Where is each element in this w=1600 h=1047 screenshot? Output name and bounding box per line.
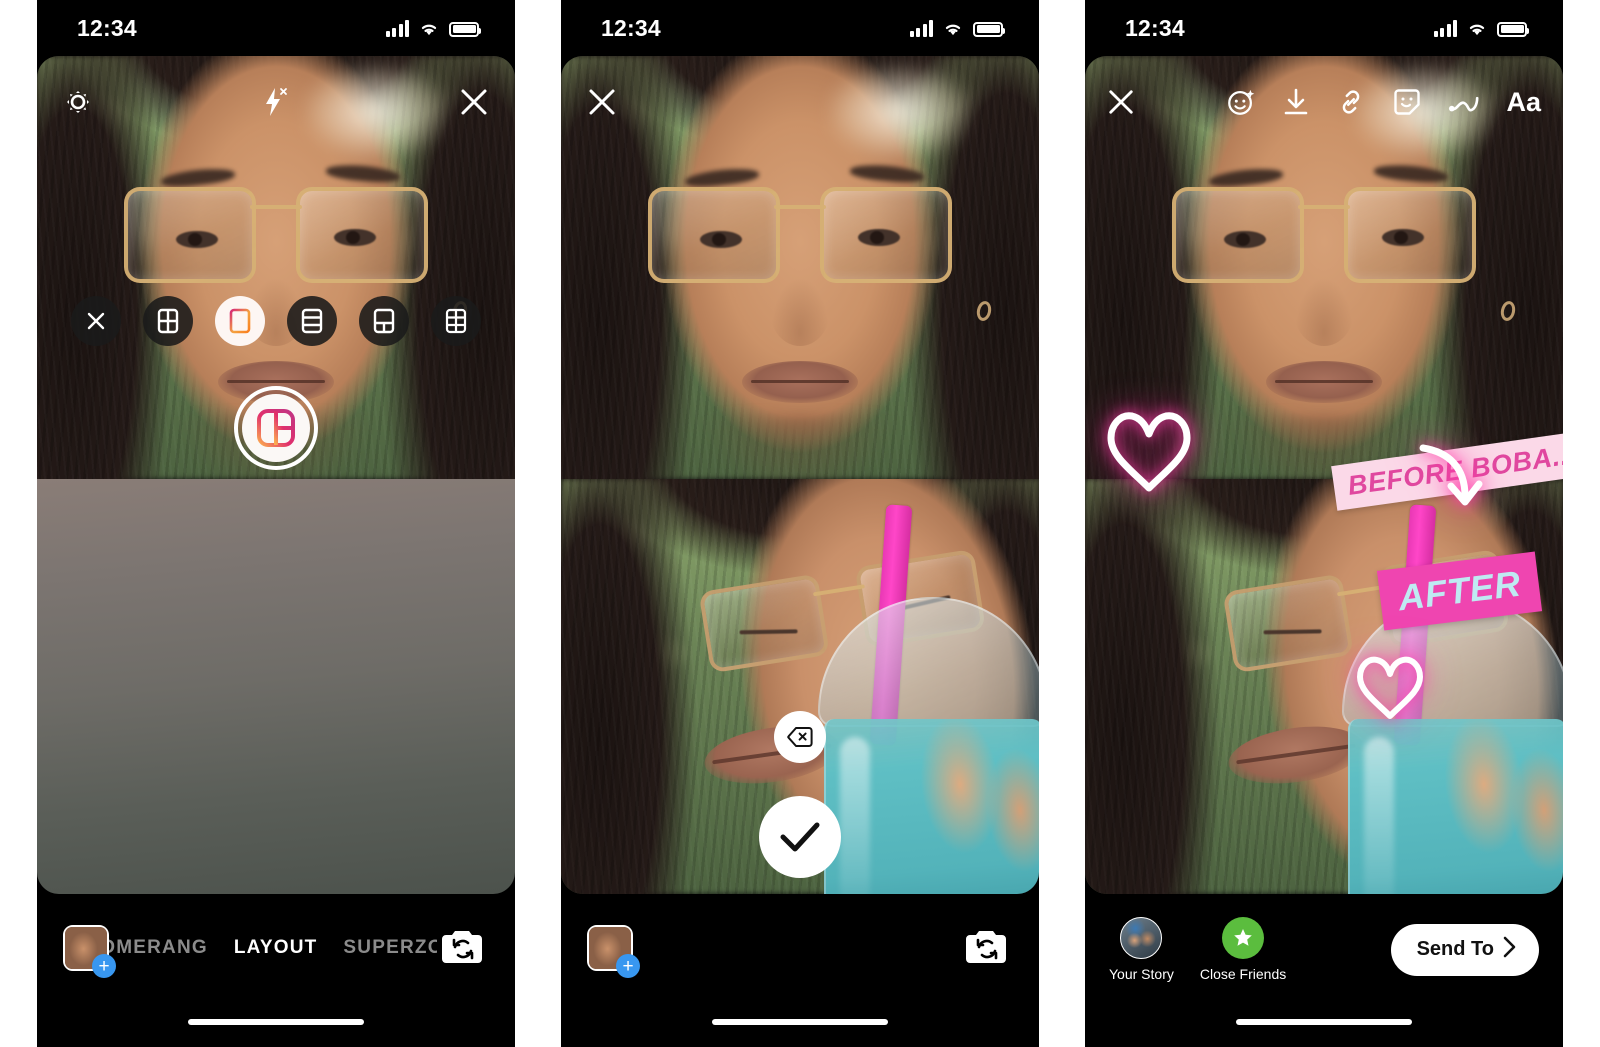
battery-icon [973, 21, 1005, 37]
status-bar: 12:34 [561, 0, 1039, 56]
gear-icon[interactable] [63, 87, 93, 117]
phone-2-layout-review: 12:34 + [561, 0, 1039, 1047]
capture-modes-list: BOOMERANG LAYOUT SUPERZOOM [109, 937, 437, 959]
neon-curved-arrow-sticker[interactable] [1407, 438, 1485, 529]
close-icon[interactable] [587, 87, 617, 117]
add-badge[interactable]: + [92, 954, 116, 978]
mode-layout[interactable]: LAYOUT [234, 937, 318, 959]
confirm-layout-button[interactable] [759, 796, 841, 878]
text-icon[interactable]: Aa [1506, 87, 1541, 118]
avatar [1120, 917, 1163, 959]
home-indicator [712, 1019, 888, 1025]
preview-top-bar [561, 56, 1039, 148]
empty-layout-slot[interactable] [37, 479, 515, 894]
neon-heart-small-sticker[interactable] [1353, 652, 1427, 727]
send-to-button[interactable]: Send To [1390, 923, 1539, 976]
story-editor-viewport: BEFORE BOBA... AFTER Aa [1085, 56, 1563, 894]
send-to-label: Send To [1416, 938, 1494, 960]
gallery-thumbnail[interactable]: + [63, 925, 116, 978]
shutter-button[interactable] [234, 386, 318, 470]
home-indicator [1236, 1019, 1412, 1025]
wifi-icon [942, 20, 964, 37]
effects-icon[interactable] [1226, 87, 1256, 117]
layout-close-button[interactable] [71, 296, 121, 346]
layout-grid-gradient-icon [242, 394, 310, 462]
camera-flip-icon[interactable] [961, 926, 1013, 970]
close-icon[interactable] [459, 87, 489, 117]
wifi-icon [418, 20, 440, 37]
photo-pane-bottom [1085, 479, 1563, 894]
green-star-icon [1222, 917, 1265, 959]
share-target-your-story[interactable]: Your Story [1109, 917, 1174, 982]
draw-icon[interactable] [1448, 87, 1480, 117]
cellular-bars-icon [1433, 19, 1457, 37]
delete-last-capture-button[interactable] [774, 711, 826, 763]
status-bar: 12:34 [1085, 0, 1563, 56]
cellular-bars-icon [909, 19, 933, 37]
battery-icon [1497, 21, 1529, 37]
status-time: 12:34 [1125, 14, 1185, 41]
status-time: 12:34 [77, 14, 137, 41]
wifi-icon [1466, 20, 1488, 37]
link-icon[interactable] [1336, 87, 1366, 117]
layout-3-horizontal-button[interactable] [287, 296, 337, 346]
layout-2-vertical-button[interactable] [143, 296, 193, 346]
flash-off-icon[interactable] [260, 85, 292, 119]
close-friends-label: Close Friends [1199, 966, 1287, 982]
close-icon[interactable] [1107, 88, 1135, 116]
status-bar: 12:34 [37, 0, 515, 56]
mode-boomerang[interactable]: BOOMERANG [109, 937, 208, 959]
home-indicator [188, 1019, 364, 1025]
camera-top-bar [37, 56, 515, 148]
phone-3-story-editor: 12:34 BEFORE BOBA... AFTER Aa Your Story… [1085, 0, 1563, 1047]
layout-2-horizontal-button[interactable] [215, 296, 265, 346]
gallery-thumbnail[interactable]: + [587, 925, 640, 978]
story-editor-top-bar: Aa [1085, 56, 1563, 148]
status-time: 12:34 [601, 14, 661, 41]
phone-1-layout-capture: 12:34 + MERANG LAYOUT SUPERZO [37, 0, 515, 1047]
layout-preview-viewport [561, 56, 1039, 894]
add-badge[interactable]: + [616, 954, 640, 978]
layout-6-grid-button[interactable] [431, 296, 481, 346]
layout-1-top-2-bottom-button[interactable] [359, 296, 409, 346]
download-icon[interactable] [1282, 87, 1310, 117]
camera-viewport [37, 56, 515, 894]
battery-icon [449, 21, 481, 37]
camera-flip-icon[interactable] [437, 926, 489, 970]
mode-superzoom[interactable]: SUPERZOOM [343, 937, 437, 959]
chevron-right-icon [1502, 936, 1517, 964]
neon-heart-large-sticker[interactable] [1101, 404, 1197, 501]
sticker-icon[interactable] [1392, 87, 1422, 117]
three-phone-mockup: 12:34 + MERANG LAYOUT SUPERZO 12:34 + 12… [0, 0, 1600, 1047]
share-target-close-friends[interactable]: Close Friends [1200, 917, 1286, 982]
cellular-bars-icon [385, 19, 409, 37]
your-story-label: Your Story [1109, 966, 1174, 982]
layout-options-row [37, 296, 515, 346]
